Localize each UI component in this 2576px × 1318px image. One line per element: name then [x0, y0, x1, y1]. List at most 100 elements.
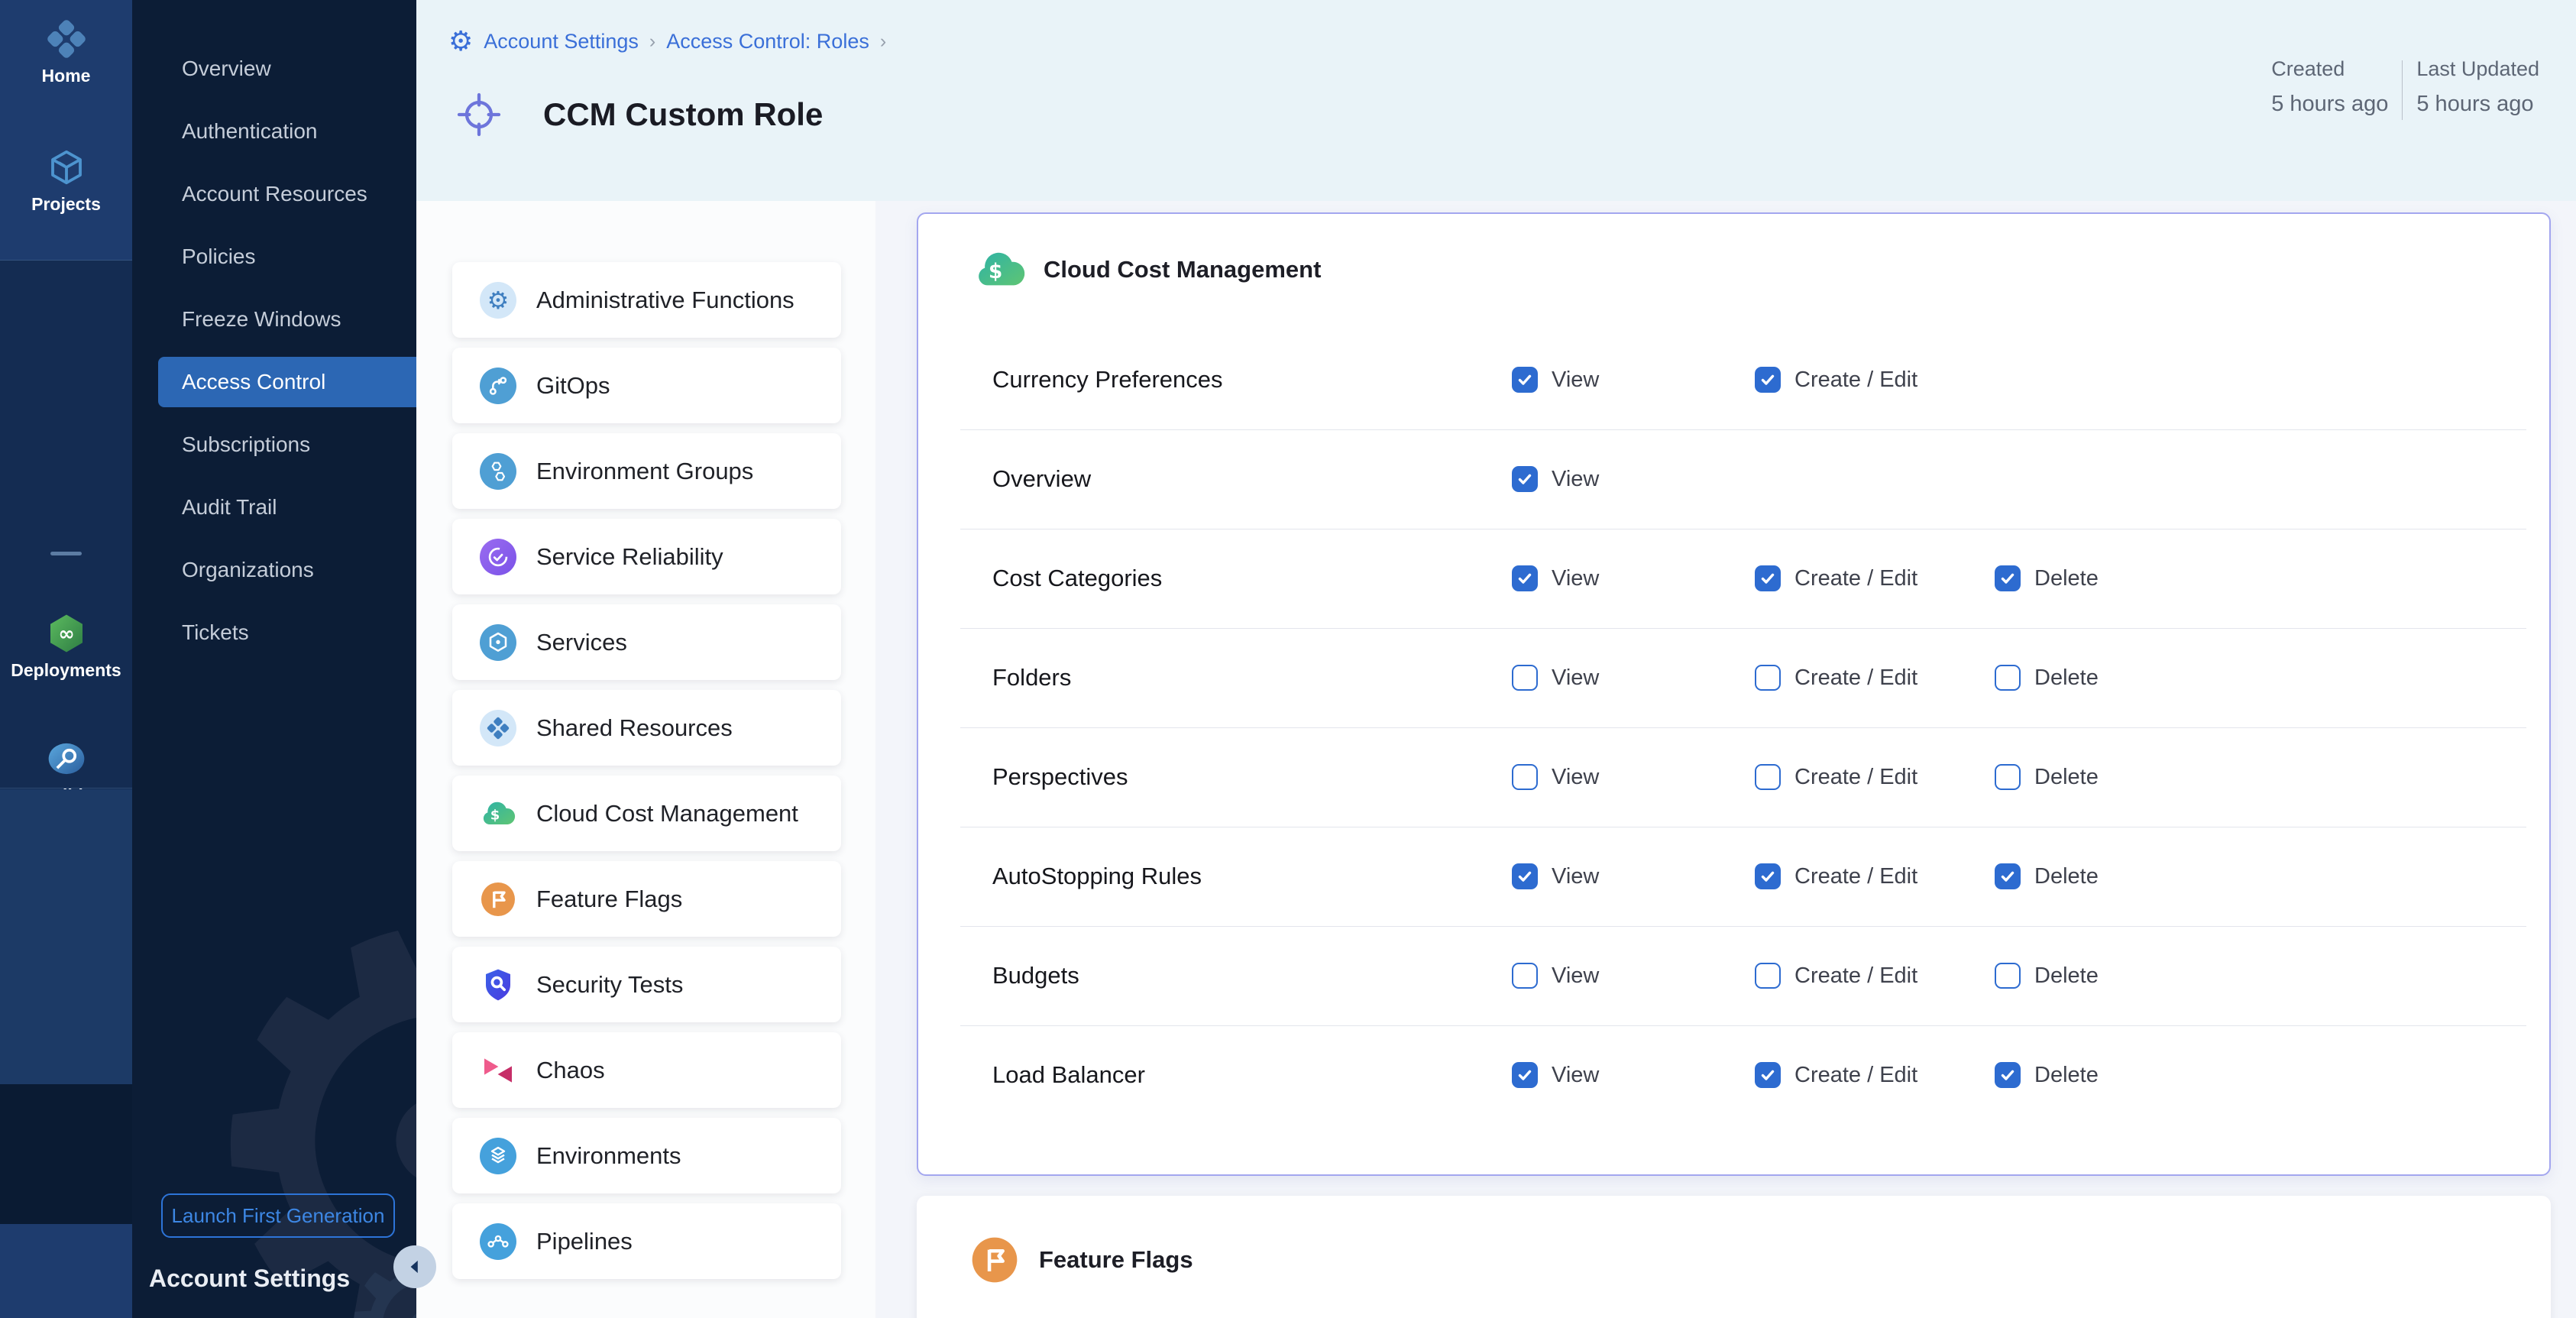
settings-nav-item-account-resources[interactable]: Account Resources	[132, 163, 416, 225]
delete-checkbox[interactable]	[1995, 565, 2021, 591]
module-card-security-tests[interactable]: Security Tests	[452, 947, 841, 1022]
permission-label: Perspectives	[992, 763, 1128, 791]
collapse-nav-button[interactable]	[393, 1245, 436, 1288]
settings-nav-item-audit-trail[interactable]: Audit Trail	[132, 476, 416, 539]
module-label: Chaos	[536, 1057, 605, 1084]
module-card-environment-groups[interactable]: Environment Groups	[452, 433, 841, 509]
module-card-shared-resources[interactable]: Shared Resources	[452, 690, 841, 766]
delete-permission-group: Delete	[1995, 665, 2099, 691]
module-card-cloud-cost-management[interactable]: $ Cloud Cost Management	[452, 776, 841, 851]
module-card-service-reliability[interactable]: Service Reliability	[452, 519, 841, 594]
view-checkbox[interactable]	[1512, 863, 1538, 889]
delete-checkbox[interactable]	[1995, 963, 2021, 989]
module-card-services[interactable]: Services	[452, 604, 841, 680]
breadcrumb-access-control-roles[interactable]: Access Control: Roles	[666, 30, 869, 53]
view-checkbox[interactable]	[1512, 665, 1538, 691]
section-header: $ Cloud Cost Management	[972, 248, 1321, 292]
settings-nav-item-overview[interactable]: Overview	[132, 37, 416, 100]
module-card-pipelines[interactable]: Pipelines	[452, 1203, 841, 1279]
cloud-dollar-icon: $	[972, 248, 1028, 292]
module-card-chaos[interactable]: Chaos	[452, 1032, 841, 1108]
permission-row: FoldersViewCreate / EditDelete	[918, 628, 2549, 727]
breadcrumb-separator: ›	[649, 31, 655, 53]
create_edit-checkbox-label: Create / Edit	[1794, 864, 1917, 889]
settings-nav-item-subscriptions[interactable]: Subscriptions	[132, 413, 416, 476]
delete-checkbox[interactable]	[1995, 764, 2021, 790]
view-permission-group: View	[1512, 565, 1599, 591]
gear-watermark-icon: ⚙	[132, 789, 416, 1318]
view-checkbox[interactable]	[1512, 764, 1538, 790]
rail-section-account-settings[interactable]: ⚙ ACCOUNT SETTINGS	[0, 1084, 132, 1224]
view-checkbox[interactable]	[1512, 466, 1538, 492]
view-permission-group: View	[1512, 963, 1599, 989]
create_edit-checkbox-label: Create / Edit	[1794, 963, 1917, 989]
module-card-environments[interactable]: Environments	[452, 1118, 841, 1193]
create_edit-checkbox[interactable]	[1755, 963, 1781, 989]
projects-cube-icon	[44, 145, 89, 189]
permission-label: Currency Preferences	[992, 366, 1223, 393]
settings-nav-item-authentication[interactable]: Authentication	[132, 100, 416, 163]
delete-checkbox[interactable]	[1995, 1062, 2021, 1088]
rail-section-tools: ? HELP DASHBOARDS	[0, 789, 132, 1084]
settings-nav-item-freeze-windows[interactable]: Freeze Windows	[132, 288, 416, 351]
drag-handle[interactable]	[50, 552, 82, 555]
settings-gear-icon: ⚙	[448, 28, 473, 55]
last-updated-label: Last Updated	[2416, 57, 2539, 81]
create_edit-checkbox-label: Create / Edit	[1794, 566, 1917, 591]
module-label: Cloud Cost Management	[536, 800, 798, 827]
delete-checkbox-label: Delete	[2034, 963, 2099, 989]
view-checkbox[interactable]	[1512, 565, 1538, 591]
settings-nav-item-tickets[interactable]: Tickets	[132, 601, 416, 664]
svg-text:∞: ∞	[58, 623, 74, 646]
create_edit-checkbox[interactable]	[1755, 1062, 1781, 1088]
settings-nav-item-access-control[interactable]: Access Control	[158, 357, 416, 407]
delete-permission-group: Delete	[1995, 963, 2099, 989]
permission-label: Folders	[992, 664, 1071, 691]
role-meta: Created 5 hours ago Last Updated 5 hours…	[2257, 57, 2553, 120]
rail-item-deployments[interactable]: ∞ Deployments	[0, 611, 132, 681]
permission-label: Overview	[992, 465, 1091, 493]
module-card-feature-flags[interactable]: Feature Flags	[452, 861, 841, 937]
permission-row: Overview View	[918, 429, 2549, 529]
create_edit-checkbox[interactable]	[1755, 665, 1781, 691]
rail-item-label: Home	[42, 66, 91, 86]
launch-first-generation-button[interactable]: Launch First Generation	[161, 1193, 395, 1238]
delete-permission-group: Delete	[1995, 764, 2099, 790]
create_edit-checkbox[interactable]	[1755, 863, 1781, 889]
rail-item-home[interactable]: Home	[0, 17, 132, 86]
title-row: CCM Custom Role	[455, 90, 823, 139]
view-checkbox[interactable]	[1512, 367, 1538, 393]
delete-checkbox-label: Delete	[2034, 765, 2099, 790]
svg-text:$: $	[989, 261, 1002, 283]
module-label: Environments	[536, 1142, 681, 1170]
feature-flags-permissions-card: Feature Flags	[917, 1196, 2551, 1318]
permission-label: Budgets	[992, 962, 1079, 989]
delete-checkbox[interactable]	[1995, 863, 2021, 889]
create_edit-checkbox[interactable]	[1755, 565, 1781, 591]
created-value: 5 hours ago	[2271, 92, 2388, 117]
cloud-dollar-icon: $	[480, 795, 516, 832]
delete-permission-group: Delete	[1995, 863, 2099, 889]
delete-checkbox[interactable]	[1995, 665, 2021, 691]
view-checkbox[interactable]	[1512, 1062, 1538, 1088]
rail-item-projects[interactable]: Projects	[0, 145, 132, 215]
role-target-icon	[455, 90, 503, 139]
view-permission-group: View	[1512, 466, 1599, 492]
rail-section-avatar: CJ	[0, 1224, 132, 1318]
view-checkbox-label: View	[1552, 1063, 1599, 1088]
home-icon	[44, 17, 89, 61]
create_edit-checkbox[interactable]	[1755, 764, 1781, 790]
permission-row: Load BalancerViewCreate / EditDelete	[918, 1025, 2549, 1125]
settings-nav-item-policies[interactable]: Policies	[132, 225, 416, 288]
section-title: Feature Flags	[1039, 1246, 1193, 1274]
create_edit-checkbox-label: Create / Edit	[1794, 765, 1917, 790]
section-title: Cloud Cost Management	[1044, 256, 1321, 283]
settings-nav-item-organizations[interactable]: Organizations	[132, 539, 416, 601]
breadcrumb-account-settings[interactable]: Account Settings	[484, 30, 639, 53]
view-permission-group: View	[1512, 1062, 1599, 1088]
module-label: Security Tests	[536, 971, 683, 999]
create_edit-checkbox[interactable]	[1755, 367, 1781, 393]
module-card-administrative-functions[interactable]: ⚙Administrative Functions	[452, 262, 841, 338]
view-checkbox[interactable]	[1512, 963, 1538, 989]
module-card-gitops[interactable]: GitOps	[452, 348, 841, 423]
